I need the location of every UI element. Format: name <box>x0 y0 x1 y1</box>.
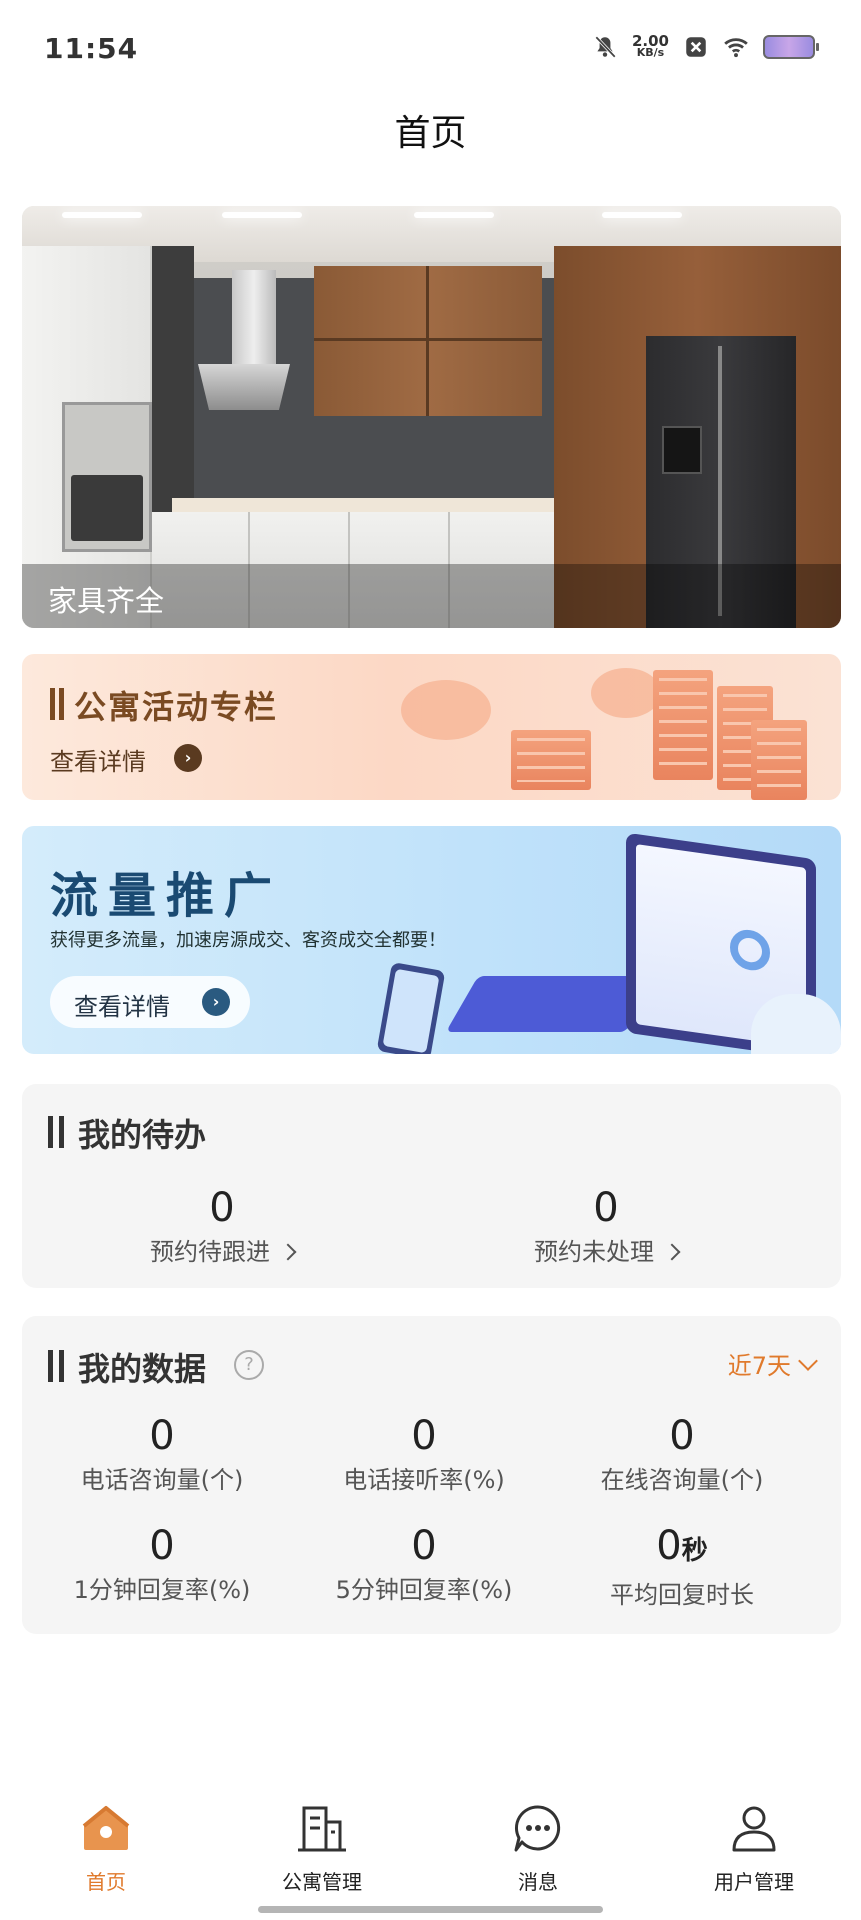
help-icon[interactable]: ? <box>234 1350 264 1380</box>
wifi-icon <box>724 38 748 58</box>
server-block <box>751 720 807 800</box>
cloud-shape <box>401 680 491 740</box>
stat-5min-reply-rate: 0 5分钟回复率(%) <box>294 1524 554 1605</box>
page-title: 首页 <box>394 113 467 154</box>
close-notification-icon <box>686 37 706 57</box>
stat-label: 1分钟回复率(%) <box>73 1576 251 1604</box>
server-illustration <box>391 660 811 800</box>
server-block <box>511 730 591 790</box>
message-icon <box>514 1805 561 1852</box>
building-icon <box>298 1806 346 1852</box>
server-block <box>653 670 713 780</box>
promo-traffic-card[interactable]: 流量推广 获得更多流量，加速房源成交、客资成交全都要！ 查看详情 › <box>22 826 841 1054</box>
stat-phone-answer-rate: 0 电话接听率(%) <box>294 1414 554 1495</box>
title-accent-bar <box>50 688 64 720</box>
title-accent-bar <box>48 1350 64 1382</box>
todo-item-follow-up[interactable]: 0 预约待跟进 <box>102 1186 342 1267</box>
stat-label: 5分钟回复率(%) <box>335 1576 513 1604</box>
tab-apartment-management-label: 公寓管理 <box>282 1870 362 1894</box>
ceiling-light <box>414 212 494 218</box>
promo-activity-title: 公寓活动专栏 <box>74 688 279 726</box>
stat-phone-inquiries: 0 电话咨询量(个) <box>42 1414 282 1495</box>
todo-unprocessed-label: 预约未处理 <box>534 1238 654 1266</box>
stat-value: 0 <box>149 1523 175 1569</box>
phone-illustration <box>376 961 446 1054</box>
net-speed-unit: KB/s <box>636 46 665 59</box>
range-hood <box>232 270 276 380</box>
tab-home[interactable]: 首页 <box>6 1800 206 1895</box>
stat-online-inquiries: 0 在线咨询量(个) <box>562 1414 802 1495</box>
todo-follow-up-label: 预约待跟进 <box>150 1238 270 1266</box>
tab-apartment-management[interactable]: 公寓管理 <box>222 1800 422 1895</box>
stat-value: 0 <box>656 1523 682 1569</box>
status-icons: 2.00 KB/s <box>592 34 819 60</box>
promo-traffic-subtitle: 获得更多流量，加速房源成交、客资成交全都要！ <box>50 930 446 951</box>
banner-caption: 家具齐全 <box>48 584 165 618</box>
stat-1min-reply-rate: 0 1分钟回复率(%) <box>42 1524 282 1605</box>
countertop <box>172 498 556 512</box>
stat-label: 在线咨询量(个) <box>600 1466 764 1494</box>
stat-value: 0 <box>411 1413 437 1459</box>
chevron-right-icon <box>279 1243 297 1261</box>
status-time: 11:54 <box>44 32 139 65</box>
chevron-down-icon <box>798 1350 818 1371</box>
range-hood-base <box>198 364 290 410</box>
promo-traffic-button-label: 查看详情 <box>74 993 170 1021</box>
todo-unprocessed-count: 0 <box>593 1185 619 1231</box>
stat-value: 0 <box>411 1523 437 1569</box>
promo-traffic-button[interactable]: 查看详情 › <box>50 976 250 1028</box>
stat-value: 0 <box>669 1413 695 1459</box>
ceiling-light <box>222 212 302 218</box>
bottom-tab-bar: 首页 公寓管理 消息 用户管理 <box>0 1800 861 1900</box>
tab-messages[interactable]: 消息 <box>438 1800 638 1895</box>
my-data-title: 我的数据 <box>78 1350 207 1388</box>
tab-user-management[interactable]: 用户管理 <box>654 1800 854 1895</box>
date-range-label: 近7天 <box>727 1352 791 1380</box>
ceiling-light <box>602 212 682 218</box>
stat-label: 电话接听率(%) <box>343 1466 505 1494</box>
cloud-shape <box>591 668 661 718</box>
home-indicator[interactable] <box>258 1906 603 1913</box>
stat-avg-reply-time: 0秒 平均回复时长 <box>562 1524 802 1610</box>
todo-card: 我的待办 0 预约待跟进 0 预约未处理 <box>22 1084 841 1288</box>
my-data-card: 我的数据 ? 近7天 0 电话咨询量(个) 0 电话接听率(%) 0 在线咨询量… <box>22 1316 841 1634</box>
tab-home-label: 首页 <box>86 1870 126 1894</box>
user-icon <box>732 1806 776 1852</box>
upper-cabinets <box>314 266 542 416</box>
promo-activity-card[interactable]: 公寓活动专栏 查看详情 › <box>22 654 841 800</box>
mute-bell-icon <box>595 36 616 58</box>
date-range-dropdown[interactable]: 近7天 <box>727 1346 818 1381</box>
oven <box>62 402 152 552</box>
todo-item-unprocessed[interactable]: 0 预约未处理 <box>486 1186 726 1267</box>
battery-icon <box>763 35 819 59</box>
title-accent-bar <box>48 1116 64 1148</box>
stat-unit: 秒 <box>681 1536 708 1566</box>
todo-follow-up-count: 0 <box>209 1185 235 1231</box>
stat-label: 电话咨询量(个) <box>80 1466 244 1494</box>
tab-messages-label: 消息 <box>518 1870 558 1894</box>
chevron-right-icon <box>663 1243 681 1261</box>
chevron-right-icon[interactable]: › <box>174 744 202 772</box>
ceiling-light <box>62 212 142 218</box>
home-icon <box>82 1806 130 1850</box>
status-bar: 11:54 2.00 KB/s <box>0 0 861 100</box>
stat-label: 平均回复时长 <box>610 1581 754 1609</box>
banner-carousel[interactable]: 家具齐全 <box>22 206 841 628</box>
net-speed: 2.00 KB/s <box>632 34 669 59</box>
promo-activity-link[interactable]: 查看详情 <box>50 742 146 777</box>
promo-traffic-title: 流量推广 <box>50 868 283 924</box>
banner-caption-overlay: 家具齐全 <box>22 564 841 628</box>
tab-user-management-label: 用户管理 <box>714 1870 794 1894</box>
stat-value: 0 <box>149 1413 175 1459</box>
cloud-shape <box>751 994 841 1054</box>
chevron-right-icon: › <box>202 988 230 1016</box>
todo-title: 我的待办 <box>78 1116 207 1154</box>
